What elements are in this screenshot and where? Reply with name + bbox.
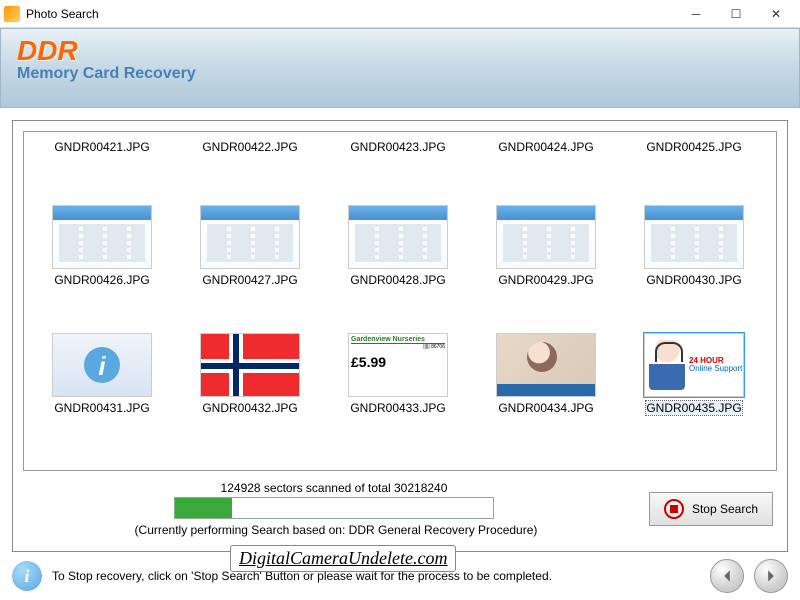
file-name: GNDR00425.JPG [646,140,741,154]
file-item[interactable]: GNDR00429.JPG [472,205,620,326]
file-name: GNDR00424.JPG [498,140,593,154]
file-item[interactable]: i GNDR00431.JPG [28,333,176,454]
file-name: GNDR00428.JPG [350,273,445,287]
file-name: GNDR00431.JPG [54,401,149,415]
procedure-text: (Currently performing Search based on: D… [27,523,641,537]
file-name: GNDR00427.JPG [202,273,297,287]
progress-bar [174,497,494,519]
thumbnail[interactable] [644,205,744,269]
thumbnail[interactable] [348,205,448,269]
titlebar: Photo Search ─ ☐ ✕ [0,0,800,28]
file-name: GNDR00435.JPG [646,401,741,415]
thumbnail[interactable] [200,205,300,269]
progress-fill [175,498,232,518]
file-grid: GNDR00421.JPG GNDR00422.JPG GNDR00423.JPG G… [23,131,777,471]
thumbnail[interactable]: i [52,333,152,397]
minimize-button[interactable]: ─ [676,2,716,26]
file-item[interactable]: 24 HOUROnline Support GNDR00435.JPG [620,333,768,454]
file-name: GNDR00434.JPG [498,401,593,415]
grid-scroll[interactable]: GNDR00421.JPG GNDR00422.JPG GNDR00423.JPG G… [24,132,776,470]
file-item[interactable]: GNDR00425.JPG [620,140,768,197]
file-name: GNDR00422.JPG [202,140,297,154]
stop-label: Stop Search [692,502,758,516]
file-item[interactable]: GNDR00422.JPG [176,140,324,197]
info-icon: i [12,561,42,591]
file-item[interactable]: GNDR00421.JPG [28,140,176,197]
header-band: DDR Memory Card Recovery [0,28,800,108]
file-name: GNDR00426.JPG [54,273,149,287]
file-item[interactable]: GNDR00424.JPG [472,140,620,197]
file-item[interactable]: Gardenview Nurseries||||| 86706£5.99 GNDR… [324,333,472,454]
app-icon [4,6,20,22]
forward-button[interactable] [754,559,788,593]
file-item[interactable]: GNDR00430.JPG [620,205,768,326]
maximize-button[interactable]: ☐ [716,2,756,26]
thumbnail[interactable] [200,333,300,397]
sectors-status: 124928 sectors scanned of total 30218240 [27,481,641,495]
file-item[interactable]: GNDR00427.JPG [176,205,324,326]
status-row: 124928 sectors scanned of total 30218240… [23,481,777,537]
window-title: Photo Search [26,7,676,21]
svg-text:i: i [98,351,106,381]
watermark: DigitalCameraUndelete.com [230,545,456,572]
back-button[interactable] [710,559,744,593]
file-item[interactable]: GNDR00428.JPG [324,205,472,326]
thumbnail[interactable]: Gardenview Nurseries||||| 86706£5.99 [348,333,448,397]
stop-icon [664,499,684,519]
file-name: GNDR00421.JPG [54,140,149,154]
file-item[interactable]: GNDR00434.JPG [472,333,620,454]
file-name: GNDR00430.JPG [646,273,741,287]
file-name: GNDR00429.JPG [498,273,593,287]
app-subtitle: Memory Card Recovery [17,65,783,83]
file-item[interactable]: GNDR00432.JPG [176,333,324,454]
file-item[interactable]: GNDR00423.JPG [324,140,472,197]
stop-search-button[interactable]: Stop Search [649,492,773,526]
thumbnail[interactable] [496,205,596,269]
file-item[interactable]: GNDR00426.JPG [28,205,176,326]
thumbnail[interactable] [496,333,596,397]
thumbnail[interactable] [52,205,152,269]
file-name: GNDR00423.JPG [350,140,445,154]
file-name: GNDR00433.JPG [350,401,445,415]
close-button[interactable]: ✕ [756,2,796,26]
file-name: GNDR00432.JPG [202,401,297,415]
logo: DDR [17,35,783,67]
thumbnail[interactable]: 24 HOUROnline Support [644,333,744,397]
main-panel: GNDR00421.JPG GNDR00422.JPG GNDR00423.JPG G… [12,120,788,552]
